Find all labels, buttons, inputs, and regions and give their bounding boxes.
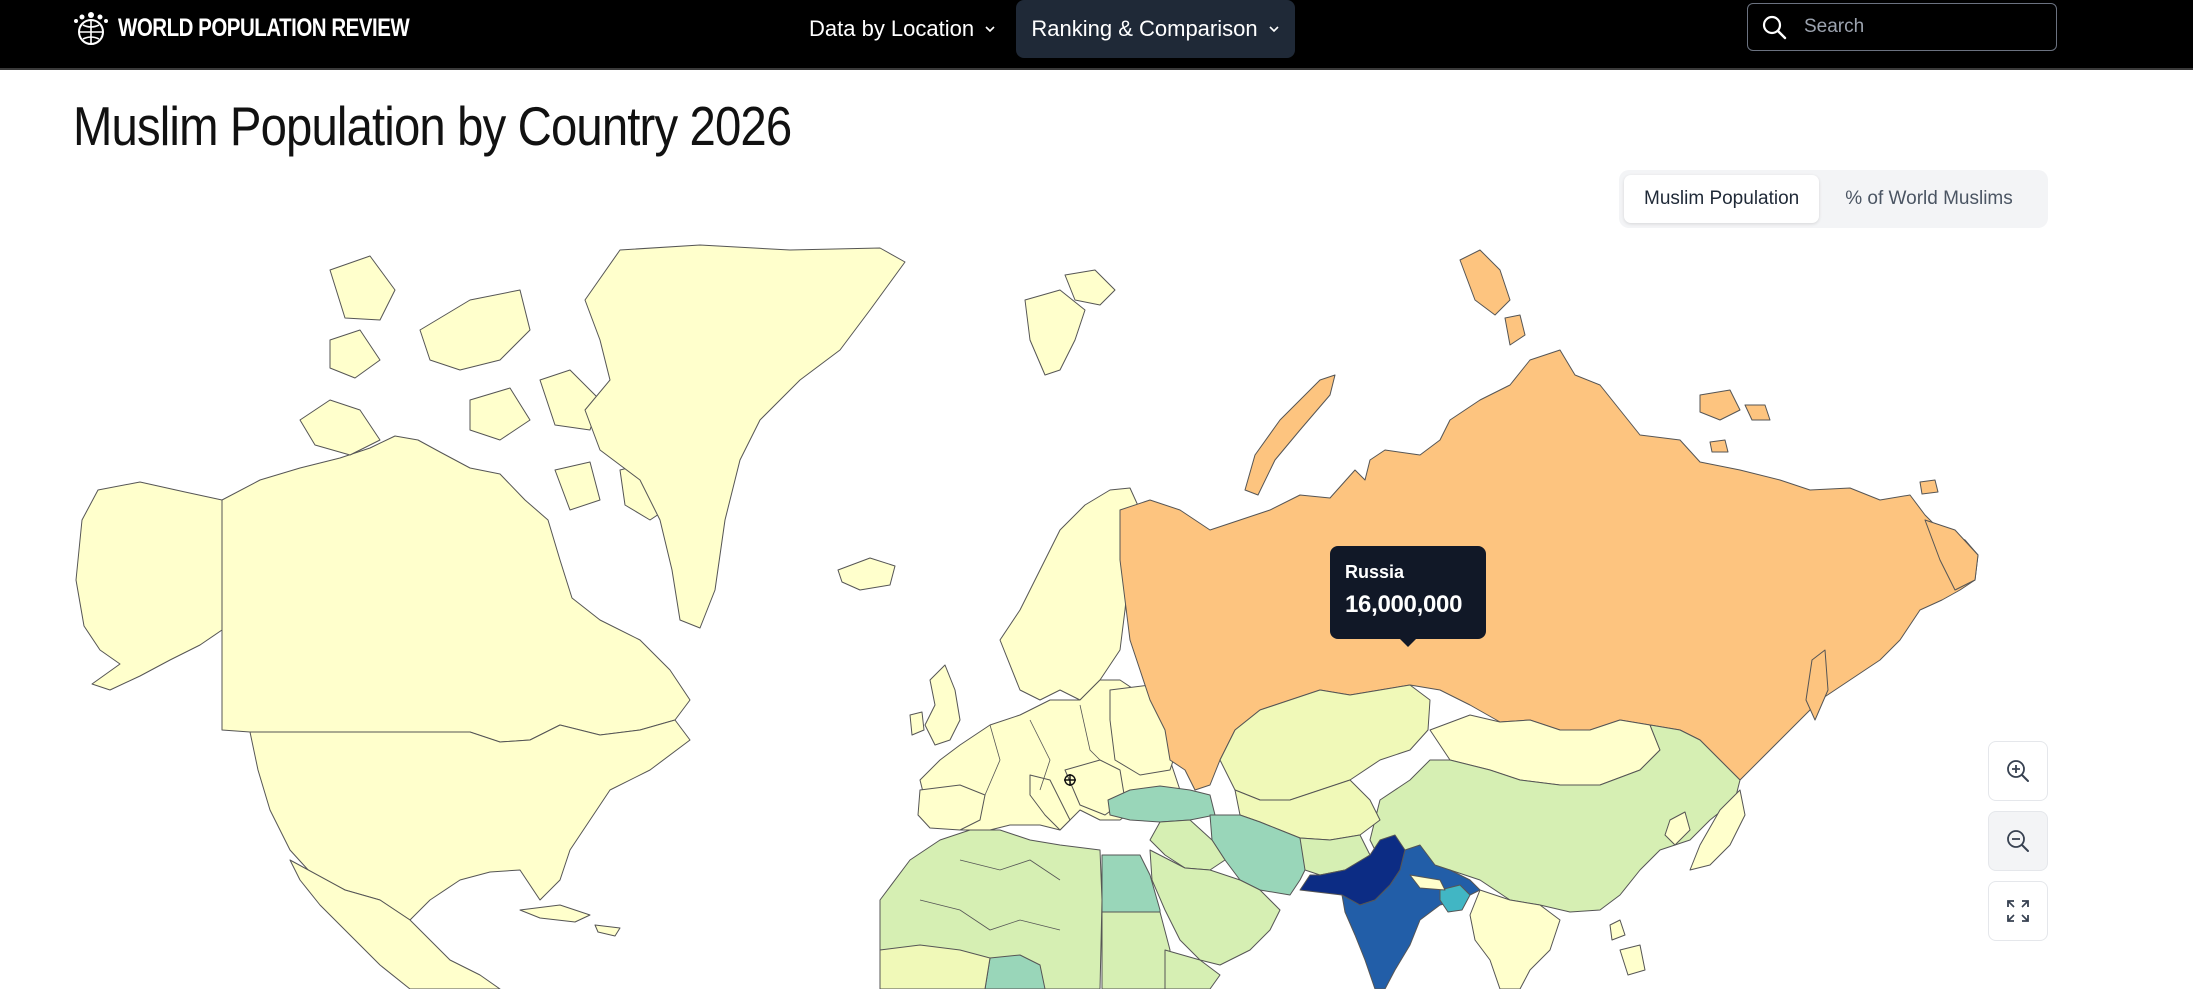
world-choropleth-map[interactable]	[0, 240, 2193, 989]
tooltip-value: 16,000,000	[1345, 591, 1463, 618]
metric-toggle: Muslim Population % of World Muslims	[1619, 170, 2048, 228]
fullscreen-button[interactable]	[1988, 881, 2048, 941]
fullscreen-icon	[2007, 900, 2029, 922]
tooltip-country-name: Russia	[1345, 562, 1405, 582]
page-title: Muslim Population by Country 2026	[73, 95, 792, 157]
site-logo[interactable]: WORLD POPULATION REVIEW	[73, 10, 473, 46]
search-icon	[1762, 15, 1787, 40]
chevron-down-icon	[1269, 26, 1279, 33]
zoom-in-button[interactable]	[1988, 741, 2048, 801]
search-box[interactable]	[1747, 3, 2057, 51]
people-globe-icon	[74, 12, 108, 45]
chevron-down-icon	[985, 26, 995, 33]
nav-data-by-location[interactable]: Data by Location	[809, 0, 996, 58]
top-navigation-bar: WORLD POPULATION REVIEW Data by Location…	[0, 0, 2193, 70]
nav-label: Data by Location	[809, 16, 975, 41]
toggle-muslim-population[interactable]: Muslim Population	[1624, 175, 1820, 223]
search-input[interactable]	[1802, 15, 2026, 39]
zoom-out-button[interactable]	[1988, 811, 2048, 871]
nav-ranking-comparison[interactable]: Ranking & Comparison	[1016, 0, 1295, 58]
zoom-in-icon	[2007, 760, 2029, 782]
nav-label: Ranking & Comparison	[1031, 16, 1258, 41]
country-sudan[interactable]	[1101, 911, 1171, 989]
map-tooltip: Russia 16,000,000	[1330, 546, 1486, 647]
toggle-percent-world-muslims[interactable]: % of World Muslims	[1825, 175, 2033, 223]
zoom-out-icon	[2007, 830, 2029, 852]
logo-text: WORLD POPULATION REVIEW	[118, 13, 410, 42]
